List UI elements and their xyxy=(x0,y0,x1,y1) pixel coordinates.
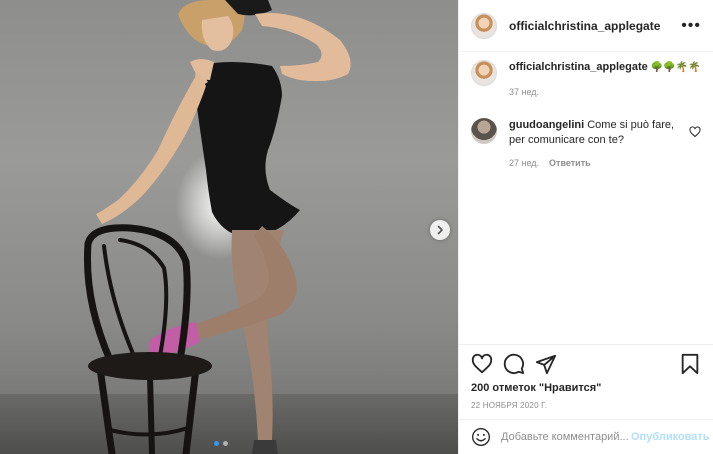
heart-icon xyxy=(471,353,493,374)
carousel-indicator xyxy=(214,441,228,446)
comment-heart-icon[interactable] xyxy=(689,126,701,138)
more-options-icon[interactable]: ••• xyxy=(681,17,701,34)
caption-row: officialchristina_applegate 🌳🌳🌴🌴 37 нед. xyxy=(471,60,701,100)
caption-age[interactable]: 37 нед. xyxy=(509,85,539,100)
comment-button[interactable] xyxy=(503,353,525,375)
add-comment-bar: Опубликовать xyxy=(459,419,713,454)
like-button[interactable] xyxy=(471,353,493,375)
chevron-right-icon xyxy=(437,225,443,235)
caption-avatar[interactable] xyxy=(471,60,497,86)
author-username[interactable]: officialchristina_applegate xyxy=(509,19,660,33)
comment-username[interactable]: guudoangelini xyxy=(509,119,584,131)
comment-bubble-icon xyxy=(503,353,525,375)
post-modal: officialchristina_applegate ••• official… xyxy=(0,0,713,454)
save-button[interactable] xyxy=(679,353,701,375)
smiley-icon[interactable] xyxy=(471,427,491,447)
post-side-panel: officialchristina_applegate ••• official… xyxy=(458,0,713,454)
bookmark-icon xyxy=(681,353,699,375)
comment-age[interactable]: 27 нед. xyxy=(509,156,539,171)
comment-row: guudoangelini Come si può fare, per comu… xyxy=(471,118,701,171)
comment-input[interactable] xyxy=(501,431,631,443)
publish-button[interactable]: Опубликовать xyxy=(631,431,710,443)
reply-button[interactable]: Ответить xyxy=(549,156,591,171)
carousel-dot-active xyxy=(214,441,219,446)
post-header: officialchristina_applegate ••• xyxy=(459,0,713,52)
caption-username[interactable]: officialchristina_applegate xyxy=(509,61,648,73)
caption-emojis: 🌳🌳🌴🌴 xyxy=(650,62,701,73)
comments-list: officialchristina_applegate 🌳🌳🌴🌴 37 нед.… xyxy=(471,60,701,171)
share-button[interactable] xyxy=(535,353,557,375)
post-actions: 200 отметок "Нравится" 22 НОЯБРЯ 2020 Г. xyxy=(459,344,713,410)
photo-figure-illustration xyxy=(84,0,351,454)
author-avatar[interactable] xyxy=(471,12,497,39)
post-photo[interactable] xyxy=(0,0,458,454)
carousel-next-button[interactable] xyxy=(430,220,450,240)
post-date[interactable]: 22 НОЯБРЯ 2020 Г. xyxy=(471,401,701,410)
commenter-avatar[interactable] xyxy=(471,118,497,144)
paper-plane-icon xyxy=(535,354,557,375)
likes-count[interactable]: 200 отметок "Нравится" xyxy=(471,382,701,394)
carousel-dot xyxy=(223,441,228,446)
